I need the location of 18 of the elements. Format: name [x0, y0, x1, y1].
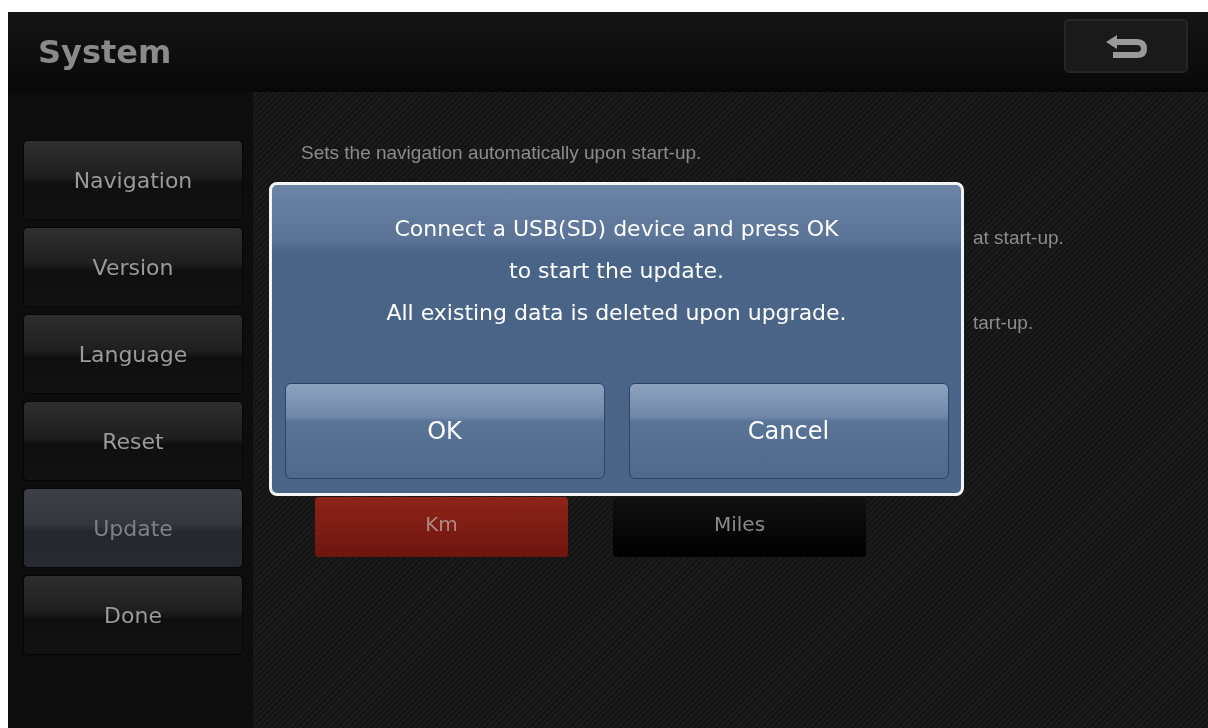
sidebar-item[interactable]: Version	[23, 227, 243, 307]
back-button[interactable]	[1064, 19, 1188, 73]
dialog-button[interactable]: OK	[284, 383, 605, 479]
dialog-message: to start the update.	[509, 257, 724, 285]
dialog-message: All existing data is deleted upon upgrade.	[386, 299, 847, 327]
description-text: tart-up.	[973, 312, 1034, 335]
unit-button[interactable]: Km	[315, 497, 568, 557]
dialog-message: Connect a USB(SD) device and press OK	[394, 215, 839, 243]
sidebar-item[interactable]: Reset	[23, 401, 243, 481]
sidebar-item[interactable]: Navigation	[23, 140, 243, 220]
sidebar-item[interactable]: Update	[23, 488, 243, 568]
screen-title: System	[38, 33, 172, 71]
dialog-button[interactable]: Cancel	[628, 383, 949, 479]
sidebar-item[interactable]: Done	[23, 575, 243, 655]
unit-button[interactable]: Miles	[613, 497, 866, 557]
description-text: at start-up.	[973, 227, 1064, 250]
sidebar-item[interactable]: Language	[23, 314, 243, 394]
description-text: Sets the navigation automatically upon start-up.	[301, 142, 702, 165]
